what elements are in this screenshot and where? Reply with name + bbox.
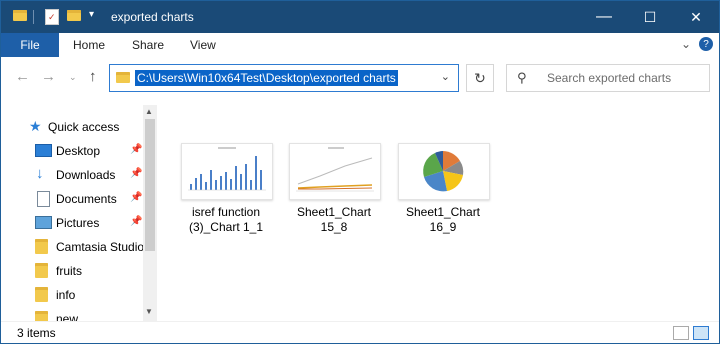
address-path[interactable]: C:\Users\Win10x64Test\Desktop\exported c… bbox=[135, 70, 398, 86]
ribbon: File Home Share View ⌄ ? bbox=[1, 33, 719, 57]
sidebar-item-desktop[interactable]: Desktop 📌 bbox=[1, 139, 143, 163]
sidebar-item-camtasia-studio[interactable]: Camtasia Studio bbox=[1, 235, 145, 259]
explorer-window: ✓ ▾ exported charts — ☐ ✕ File Home Shar… bbox=[0, 0, 720, 344]
sidebar-item-documents[interactable]: Documents 📌 bbox=[1, 187, 143, 211]
customize-toolbar-icon[interactable]: ▾ bbox=[89, 9, 94, 20]
sidebar-item-label: Pictures bbox=[56, 216, 100, 230]
divider bbox=[33, 10, 34, 24]
maximize-button[interactable]: ☐ bbox=[627, 1, 673, 33]
chart-thumbnail bbox=[181, 143, 273, 200]
file-name-line: Sheet1_Chart bbox=[405, 205, 481, 219]
up-icon[interactable]: ↑ bbox=[89, 68, 97, 85]
file-name-line: (3)_Chart 1_1 bbox=[188, 220, 264, 234]
close-button[interactable]: ✕ bbox=[673, 1, 719, 33]
sidebar-item-label: Camtasia Studio bbox=[56, 240, 145, 254]
tab-file[interactable]: File bbox=[1, 33, 59, 57]
properties-icon[interactable]: ✓ bbox=[45, 9, 59, 25]
download-icon: ↓ bbox=[36, 165, 44, 182]
desktop-icon bbox=[35, 144, 52, 157]
star-icon: ★ bbox=[29, 118, 42, 134]
sidebar-item-quick-access[interactable]: ★ Quick access bbox=[1, 115, 141, 139]
file-name[interactable]: Sheet1_Chart 16_9 bbox=[388, 205, 498, 235]
address-row: ← → ⌄ ↑ C:\Users\Win10x64Test\Desktop\ex… bbox=[1, 58, 719, 96]
address-bar[interactable]: C:\Users\Win10x64Test\Desktop\exported c… bbox=[109, 64, 459, 92]
navigation-pane: ★ Quick access Desktop 📌 ↓ Downloads 📌 D… bbox=[1, 105, 157, 321]
status-bar: 3 items bbox=[1, 321, 719, 343]
search-input[interactable]: Search exported charts bbox=[547, 71, 671, 85]
minimize-button[interactable]: — bbox=[581, 1, 627, 33]
folder-icon bbox=[35, 263, 48, 278]
new-folder-icon[interactable] bbox=[67, 10, 81, 21]
file-name-line: isref function bbox=[191, 205, 261, 219]
nav-scrollbar[interactable]: ▲ ▼ bbox=[143, 105, 157, 321]
sidebar-item-label: Documents bbox=[56, 192, 117, 206]
title-bar: ✓ ▾ exported charts — ☐ ✕ bbox=[1, 1, 719, 33]
pin-icon: 📌 bbox=[130, 216, 143, 227]
bar-chart-icon bbox=[188, 147, 266, 191]
large-icons-view-icon[interactable] bbox=[693, 326, 709, 340]
sidebar-item-label: fruits bbox=[56, 264, 83, 278]
back-icon[interactable]: ← bbox=[15, 68, 30, 85]
file-item[interactable]: Sheet1_Chart 15_8 bbox=[279, 105, 381, 234]
sidebar-item-new[interactable]: new bbox=[1, 307, 141, 321]
file-list: isref function (3)_Chart 1_1 Sheet1_Char… bbox=[161, 105, 711, 321]
tab-home[interactable]: Home bbox=[73, 38, 105, 52]
documents-icon bbox=[37, 191, 50, 207]
sidebar-item-fruits[interactable]: fruits bbox=[1, 259, 141, 283]
chevron-down-icon[interactable]: ⌄ bbox=[441, 70, 450, 83]
folder-icon bbox=[35, 239, 48, 254]
pie-chart-icon bbox=[423, 151, 464, 192]
window-title: exported charts bbox=[111, 10, 194, 24]
tab-view[interactable]: View bbox=[190, 38, 216, 52]
chart-thumbnail bbox=[289, 143, 381, 200]
pin-icon: 📌 bbox=[130, 192, 143, 203]
sidebar-item-label: info bbox=[56, 288, 76, 302]
forward-icon[interactable]: → bbox=[41, 68, 56, 85]
file-name-line: Sheet1_Chart bbox=[296, 205, 372, 219]
sidebar-item-label: Quick access bbox=[48, 120, 120, 134]
sidebar-item-downloads[interactable]: ↓ Downloads 📌 bbox=[1, 163, 143, 187]
file-name[interactable]: Sheet1_Chart 15_8 bbox=[279, 205, 389, 235]
tab-share[interactable]: Share bbox=[132, 38, 164, 52]
sidebar-item-label: new bbox=[56, 312, 79, 321]
recent-locations-icon[interactable]: ⌄ bbox=[69, 72, 77, 83]
chart-thumbnail bbox=[398, 143, 490, 200]
sidebar-item-pictures[interactable]: Pictures 📌 bbox=[1, 211, 143, 235]
pin-icon: 📌 bbox=[130, 168, 143, 179]
file-item[interactable]: Sheet1_Chart 16_9 bbox=[388, 105, 490, 234]
folder-icon bbox=[35, 287, 48, 302]
file-name-line: 16_9 bbox=[429, 220, 457, 234]
search-icon: ⚲ bbox=[517, 70, 527, 85]
details-view-icon[interactable] bbox=[673, 326, 689, 340]
pin-icon: 📌 bbox=[130, 144, 143, 155]
pictures-icon bbox=[35, 216, 52, 229]
scroll-up-icon[interactable]: ▲ bbox=[145, 107, 153, 116]
folder-icon bbox=[116, 72, 130, 83]
sidebar-item-info[interactable]: info bbox=[1, 283, 141, 307]
scroll-thumb[interactable] bbox=[145, 119, 155, 251]
refresh-button[interactable]: ↻ bbox=[466, 64, 494, 92]
file-name-line: 15_8 bbox=[320, 220, 348, 234]
help-icon[interactable]: ? bbox=[699, 37, 713, 51]
file-item[interactable]: isref function (3)_Chart 1_1 bbox=[171, 105, 273, 234]
file-name[interactable]: isref function (3)_Chart 1_1 bbox=[171, 205, 281, 235]
sidebar-item-label: Downloads bbox=[56, 168, 116, 182]
scroll-down-icon[interactable]: ▼ bbox=[145, 307, 153, 316]
folder-icon bbox=[35, 311, 48, 321]
search-box[interactable]: ⚲ Search exported charts bbox=[506, 64, 710, 92]
chevron-down-icon[interactable]: ⌄ bbox=[681, 37, 691, 51]
line-chart-icon bbox=[296, 147, 374, 192]
sidebar-item-label: Desktop bbox=[56, 144, 101, 158]
folder-icon bbox=[13, 10, 27, 21]
item-count: 3 items bbox=[17, 326, 56, 340]
